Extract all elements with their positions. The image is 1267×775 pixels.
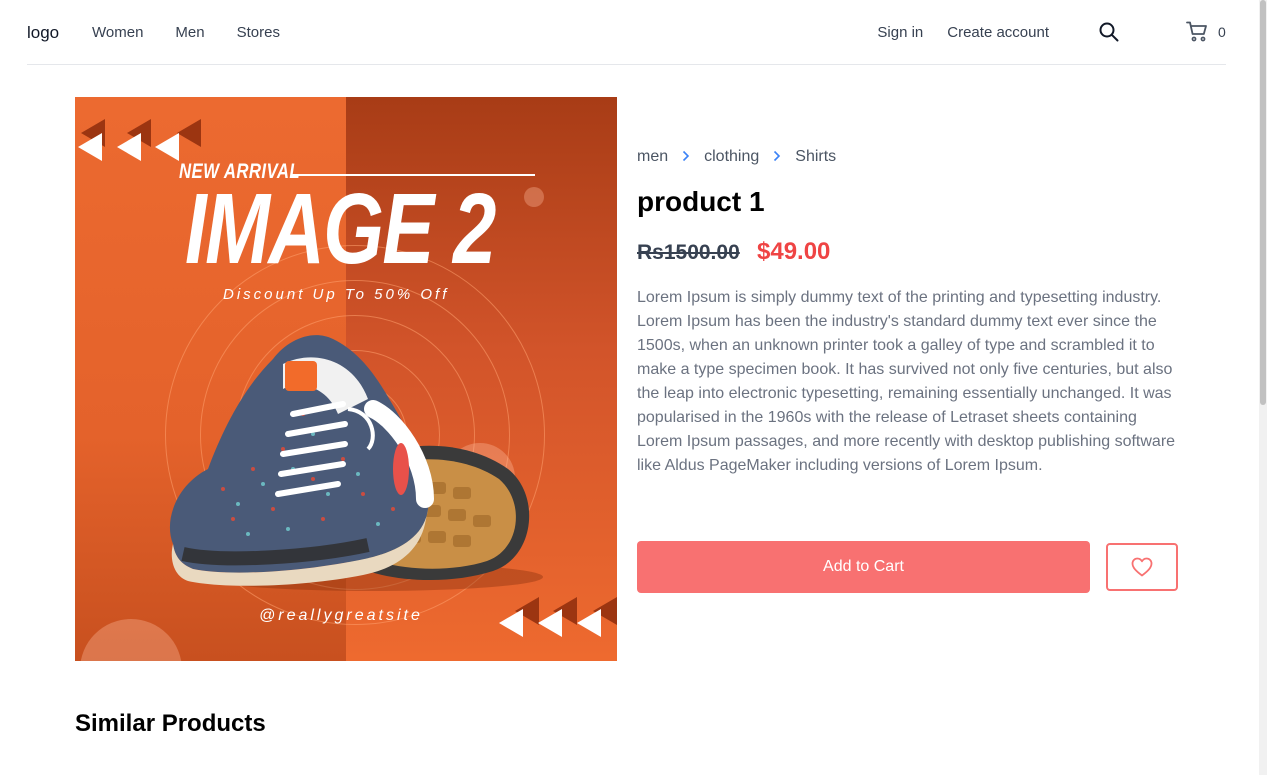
decor-bubble: [524, 187, 544, 207]
logo[interactable]: logo: [27, 23, 59, 43]
arrow-decor: [499, 609, 523, 637]
hero-title: IMAGE 2: [185, 173, 496, 285]
heart-icon: [1131, 557, 1153, 577]
create-account-link[interactable]: Create account: [947, 24, 1049, 41]
arrow-decor: [177, 119, 201, 147]
search-button[interactable]: [1099, 22, 1119, 42]
wishlist-button[interactable]: [1106, 543, 1178, 591]
discount-label: Discount Up To 50% Off: [223, 286, 450, 303]
chevron-right-icon: [773, 149, 781, 165]
breadcrumb: men clothing Shirts: [637, 148, 836, 166]
social-handle: @reallygreatsite: [259, 607, 423, 624]
sign-in-link[interactable]: Sign in: [877, 24, 923, 41]
breadcrumb-item-clothing[interactable]: clothing: [704, 148, 759, 166]
sale-price: $49.00: [757, 238, 831, 265]
arrow-decor: [78, 133, 102, 161]
breadcrumb-item-shirts[interactable]: Shirts: [795, 148, 836, 166]
add-to-cart-button[interactable]: Add to Cart: [637, 541, 1090, 593]
scrollbar-thumb[interactable]: [1260, 0, 1266, 405]
arrow-decor: [155, 133, 179, 161]
arrow-decor: [538, 609, 562, 637]
cart-icon: [1186, 21, 1207, 42]
auth-links: Sign in Create account: [853, 24, 1049, 41]
original-price: Rs1500.00: [637, 241, 740, 264]
product-image: NEW ARRIVAL IMAGE 2 Discount Up To 50% O…: [75, 97, 617, 661]
main-nav: Women Men Stores: [92, 24, 312, 41]
product-description: Lorem Ipsum is simply dummy text of the …: [637, 289, 1176, 474]
arrow-decor: [117, 133, 141, 161]
cart-count: 0: [1218, 23, 1226, 40]
cart-button[interactable]: 0: [1186, 21, 1226, 42]
breadcrumb-item-men[interactable]: men: [637, 148, 668, 166]
arrow-decor: [577, 609, 601, 637]
chevron-right-icon: [682, 149, 690, 165]
nav-link-stores[interactable]: Stores: [237, 24, 280, 41]
site-header: logo Women Men Stores Sign in Create acc…: [27, 0, 1226, 65]
nav-link-men[interactable]: Men: [175, 24, 204, 41]
page-scrollbar[interactable]: [1259, 0, 1267, 775]
product-title: product 1: [637, 186, 765, 217]
search-icon: [1099, 22, 1119, 42]
nav-link-women[interactable]: Women: [92, 24, 143, 41]
similar-products-heading: Similar Products: [75, 710, 266, 737]
sneaker-illustration: [169, 335, 543, 591]
